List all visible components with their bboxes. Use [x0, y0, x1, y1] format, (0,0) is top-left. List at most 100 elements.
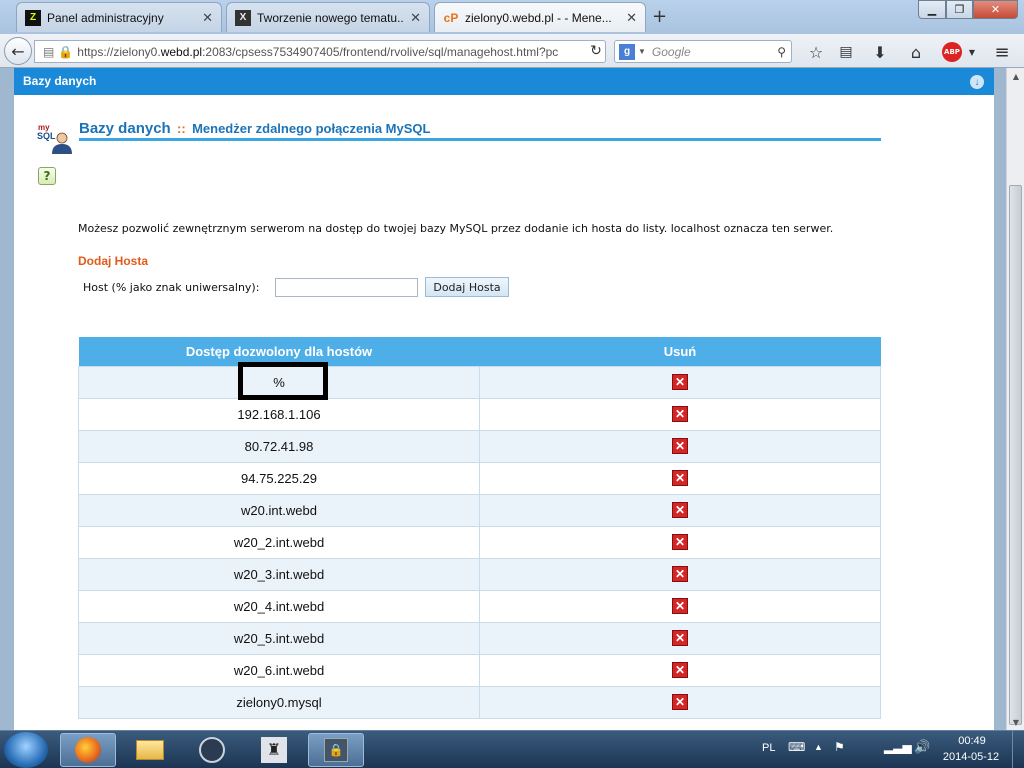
delete-cell: ✕: [479, 685, 881, 719]
close-tab-icon[interactable]: ✕: [202, 10, 213, 26]
google-icon: g: [619, 43, 635, 60]
delete-cell: ✕: [479, 461, 881, 495]
delete-icon[interactable]: ✕: [672, 566, 688, 583]
bookmark-star-icon[interactable]: ☆: [806, 42, 826, 62]
address-bar[interactable]: ▤ 🔒 https://zielony0. webd.pl:2083/cpsess…: [34, 40, 606, 63]
new-tab-button[interactable]: +: [652, 6, 667, 27]
show-desktop-button[interactable]: [1012, 731, 1024, 768]
mysql-user-icon: my SQL: [37, 123, 72, 154]
host-input-label: Host (% jako znak uniwersalny):: [83, 281, 260, 294]
show-hidden-icons-icon[interactable]: ▲: [814, 742, 823, 752]
vertical-scrollbar[interactable]: ▲ ▼: [1006, 68, 1024, 730]
delete-cell: ✕: [479, 429, 881, 463]
table-row: zielony0.mysql ✕: [78, 685, 881, 719]
add-host-button[interactable]: Dodaj Hosta: [425, 277, 509, 297]
section-header-title: Bazy danych: [23, 74, 97, 88]
delete-icon[interactable]: ✕: [672, 406, 688, 423]
delete-icon[interactable]: ✕: [672, 438, 688, 455]
url-rest: :2083/cpsess7534907405/frontend/rvolive/…: [202, 44, 559, 59]
delete-cell: ✕: [479, 653, 881, 687]
add-host-heading: Dodaj Hosta: [78, 254, 149, 268]
reload-icon[interactable]: ↻: [586, 41, 606, 61]
maximize-button[interactable]: ❐: [946, 0, 973, 19]
scroll-down-icon[interactable]: ▼: [1008, 714, 1024, 730]
firefox-icon: [75, 737, 101, 763]
delete-cell: ✕: [479, 365, 881, 399]
bookmarks-list-icon[interactable]: ▤: [836, 42, 856, 62]
table-row: w20_6.int.webd ✕: [78, 653, 881, 687]
delete-icon[interactable]: ✕: [672, 694, 688, 711]
title-underline: [79, 138, 881, 141]
host-cell: w20_5.int.webd: [78, 621, 480, 655]
host-cell: w20_4.int.webd: [78, 589, 480, 623]
language-indicator[interactable]: PL: [762, 742, 775, 754]
help-icon[interactable]: ?: [38, 167, 56, 185]
delete-icon[interactable]: ✕: [672, 534, 688, 551]
tab-cpanel[interactable]: cP zielony0.webd.pl - - Mene... ✕: [434, 2, 646, 32]
tab-title: Panel administracyjny: [47, 10, 164, 25]
close-window-button[interactable]: ✕: [973, 0, 1018, 19]
home-icon[interactable]: ⌂: [906, 42, 926, 62]
folder-icon: [136, 740, 164, 760]
taskbar-explorer[interactable]: [122, 733, 178, 767]
host-cell: 192.168.1.106: [78, 397, 480, 431]
delete-icon[interactable]: ✕: [672, 374, 688, 391]
host-cell: 94.75.225.29: [78, 461, 480, 495]
delete-icon[interactable]: ✕: [672, 662, 688, 679]
svg-text:SQL: SQL: [37, 131, 56, 141]
host-input[interactable]: [275, 278, 418, 297]
page-title-main: Bazy danych: [79, 120, 171, 137]
tab-panel-administracyjny[interactable]: Z Panel administracyjny ✕: [16, 2, 222, 32]
delete-icon[interactable]: ✕: [672, 598, 688, 615]
close-tab-icon[interactable]: ✕: [626, 10, 637, 26]
scrollbar-thumb[interactable]: [1009, 185, 1022, 725]
keyboard-icon[interactable]: ⌨: [788, 740, 805, 754]
adblock-dropdown-icon[interactable]: ▼: [962, 42, 982, 62]
close-tab-icon[interactable]: ✕: [410, 10, 421, 26]
host-cell: w20_3.int.webd: [78, 557, 480, 591]
taskbar-app-lock[interactable]: 🔒: [308, 733, 364, 767]
network-icon[interactable]: ▂▃▅: [884, 740, 912, 754]
volume-icon[interactable]: 🔊: [914, 739, 930, 755]
action-center-flag-icon[interactable]: ⚑: [834, 740, 845, 754]
cpanel-favicon-icon: cP: [443, 10, 459, 25]
taskbar-counter-strike[interactable]: ♜: [246, 733, 302, 767]
scroll-up-icon[interactable]: ▲: [1008, 68, 1024, 84]
clock-time[interactable]: 00:49: [942, 735, 1002, 747]
windows-taskbar: ♜ 🔒 PL ⌨ ▲ ⚑ ▂▃▅ 🔊 00:49 2014-05-12: [0, 730, 1024, 768]
collapse-icon[interactable]: ↓: [970, 75, 984, 89]
delete-icon[interactable]: ✕: [672, 630, 688, 647]
menu-icon[interactable]: ≡: [992, 42, 1012, 63]
delete-icon[interactable]: ✕: [672, 470, 688, 487]
magnifier-icon[interactable]: ⚲: [777, 45, 786, 59]
search-bar[interactable]: g ▼ Google ⚲: [614, 40, 792, 63]
taskbar-steam[interactable]: [184, 733, 240, 767]
page-title: Bazy danych :: Menedżer zdalnego połącze…: [79, 120, 430, 137]
adblock-icon[interactable]: ABP: [942, 42, 962, 62]
start-button[interactable]: [4, 732, 48, 768]
url-prefix: https://zielony0.: [77, 44, 161, 59]
minimize-button[interactable]: ▁: [918, 0, 946, 19]
arrow-left-icon: ←: [11, 41, 25, 61]
delete-icon[interactable]: ✕: [672, 502, 688, 519]
search-engine-dropdown-icon[interactable]: ▼: [638, 47, 646, 56]
navigation-bar: ← ▤ 🔒 https://zielony0. webd.pl:2083/cpse…: [0, 34, 1024, 68]
host-cell: w20_6.int.webd: [78, 653, 480, 687]
tab-tworzenie-tematu[interactable]: X Tworzenie nowego tematu... ✕: [226, 2, 430, 32]
table-row: w20.int.webd ✕: [78, 493, 881, 527]
tab-title: Tworzenie nowego tematu...: [257, 10, 405, 25]
steam-icon: [199, 737, 225, 763]
table-row: 192.168.1.106 ✕: [78, 397, 881, 431]
clock-date[interactable]: 2014-05-12: [936, 751, 1006, 763]
forum-favicon-icon: X: [235, 9, 251, 26]
taskbar-firefox[interactable]: [60, 733, 116, 767]
table-row: 80.72.41.98 ✕: [78, 429, 881, 463]
delete-cell: ✕: [479, 493, 881, 527]
back-button[interactable]: ←: [4, 37, 32, 65]
hosts-table: Dostęp dozwolony dla hostów Usuń % ✕ 192.…: [78, 337, 881, 719]
section-header: Bazy danych ↓: [14, 68, 994, 95]
delete-cell: ✕: [479, 557, 881, 591]
page-content: Bazy danych ↓ my SQL Bazy danych :: Mene…: [14, 68, 994, 730]
download-icon[interactable]: ⬇: [870, 42, 890, 62]
delete-cell: ✕: [479, 589, 881, 623]
